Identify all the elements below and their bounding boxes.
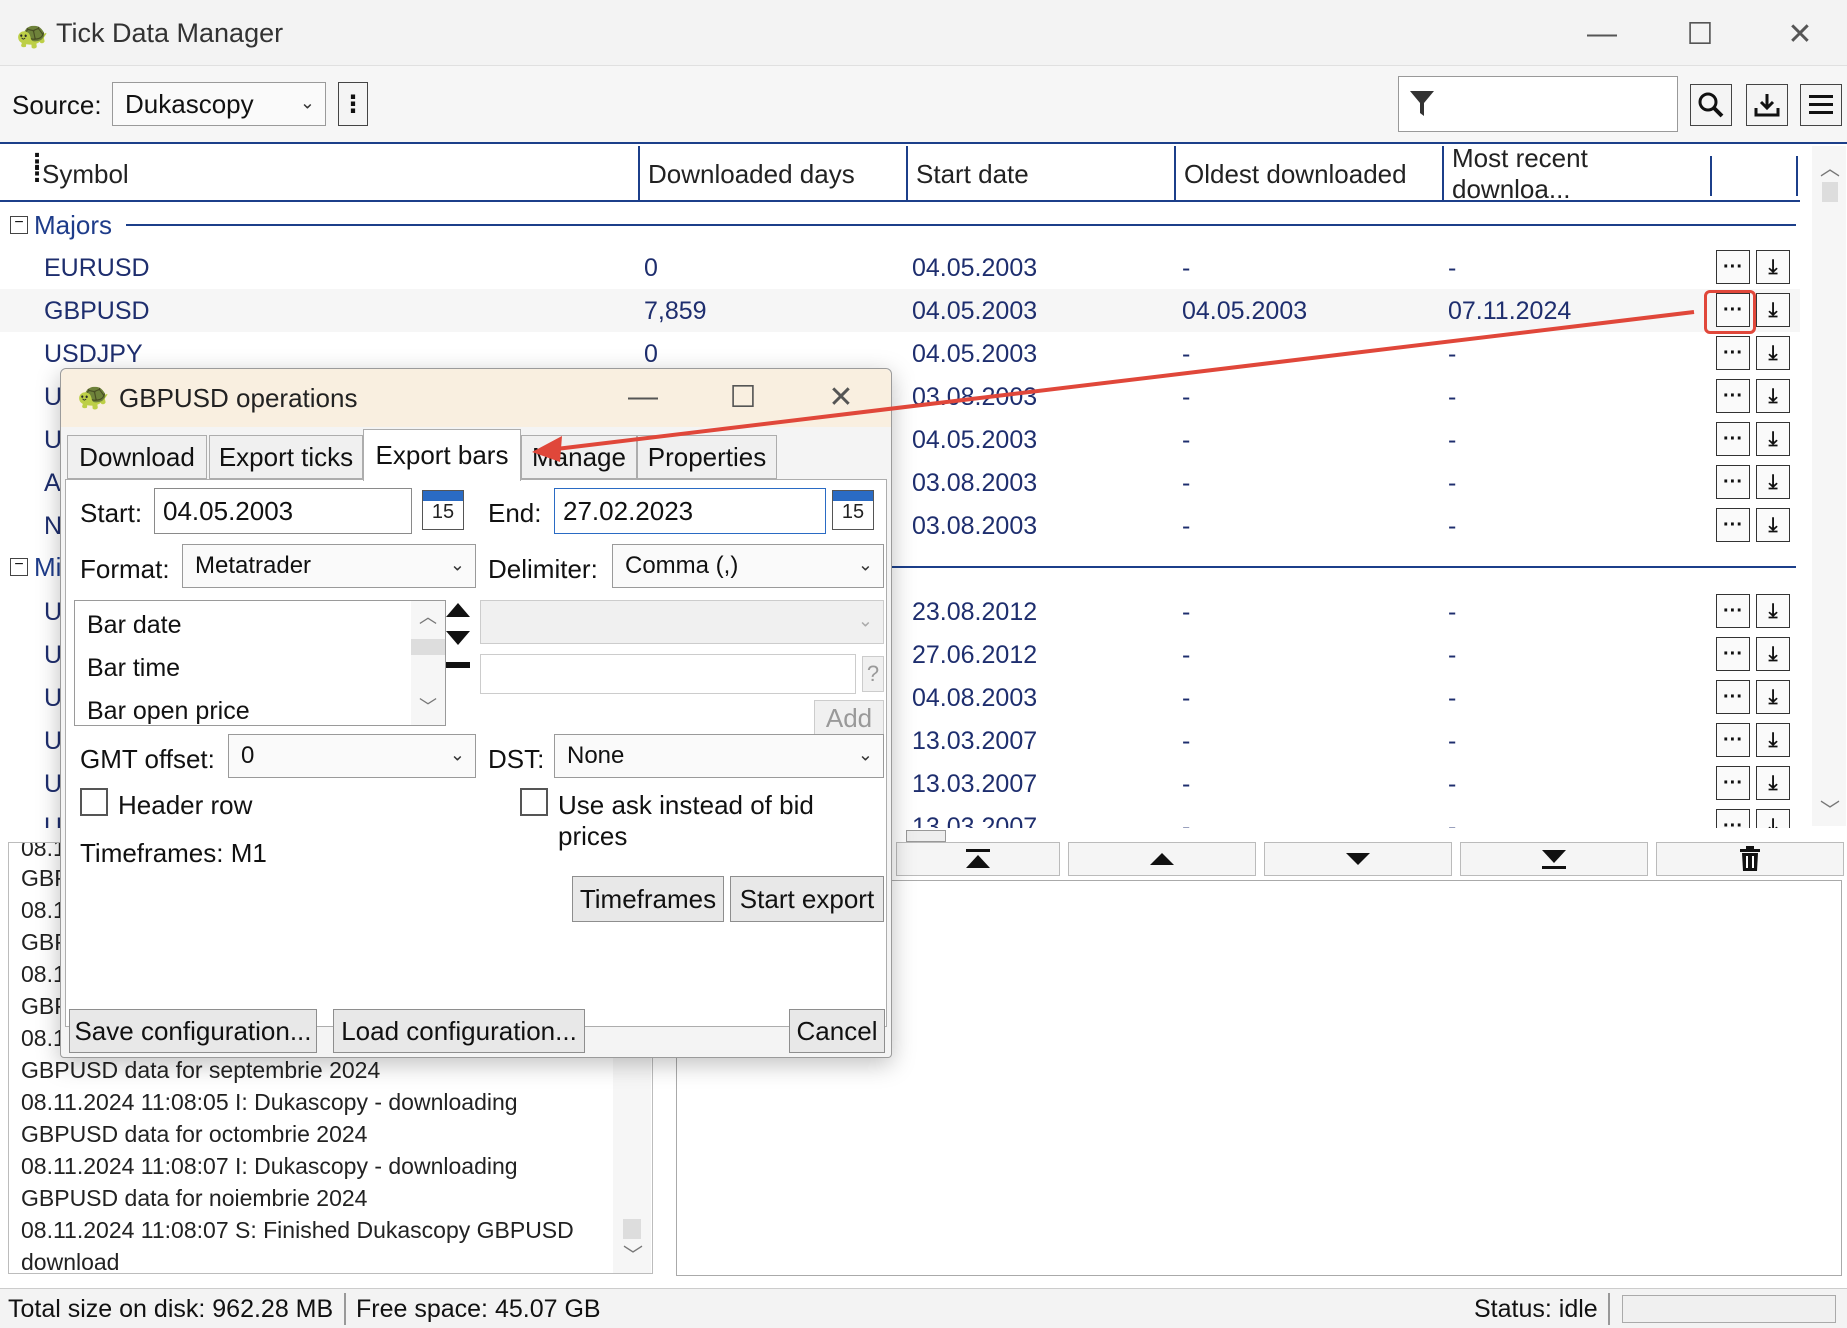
tab-export-bars[interactable]: Export bars	[363, 429, 521, 481]
annotation-arrow	[532, 310, 1695, 462]
